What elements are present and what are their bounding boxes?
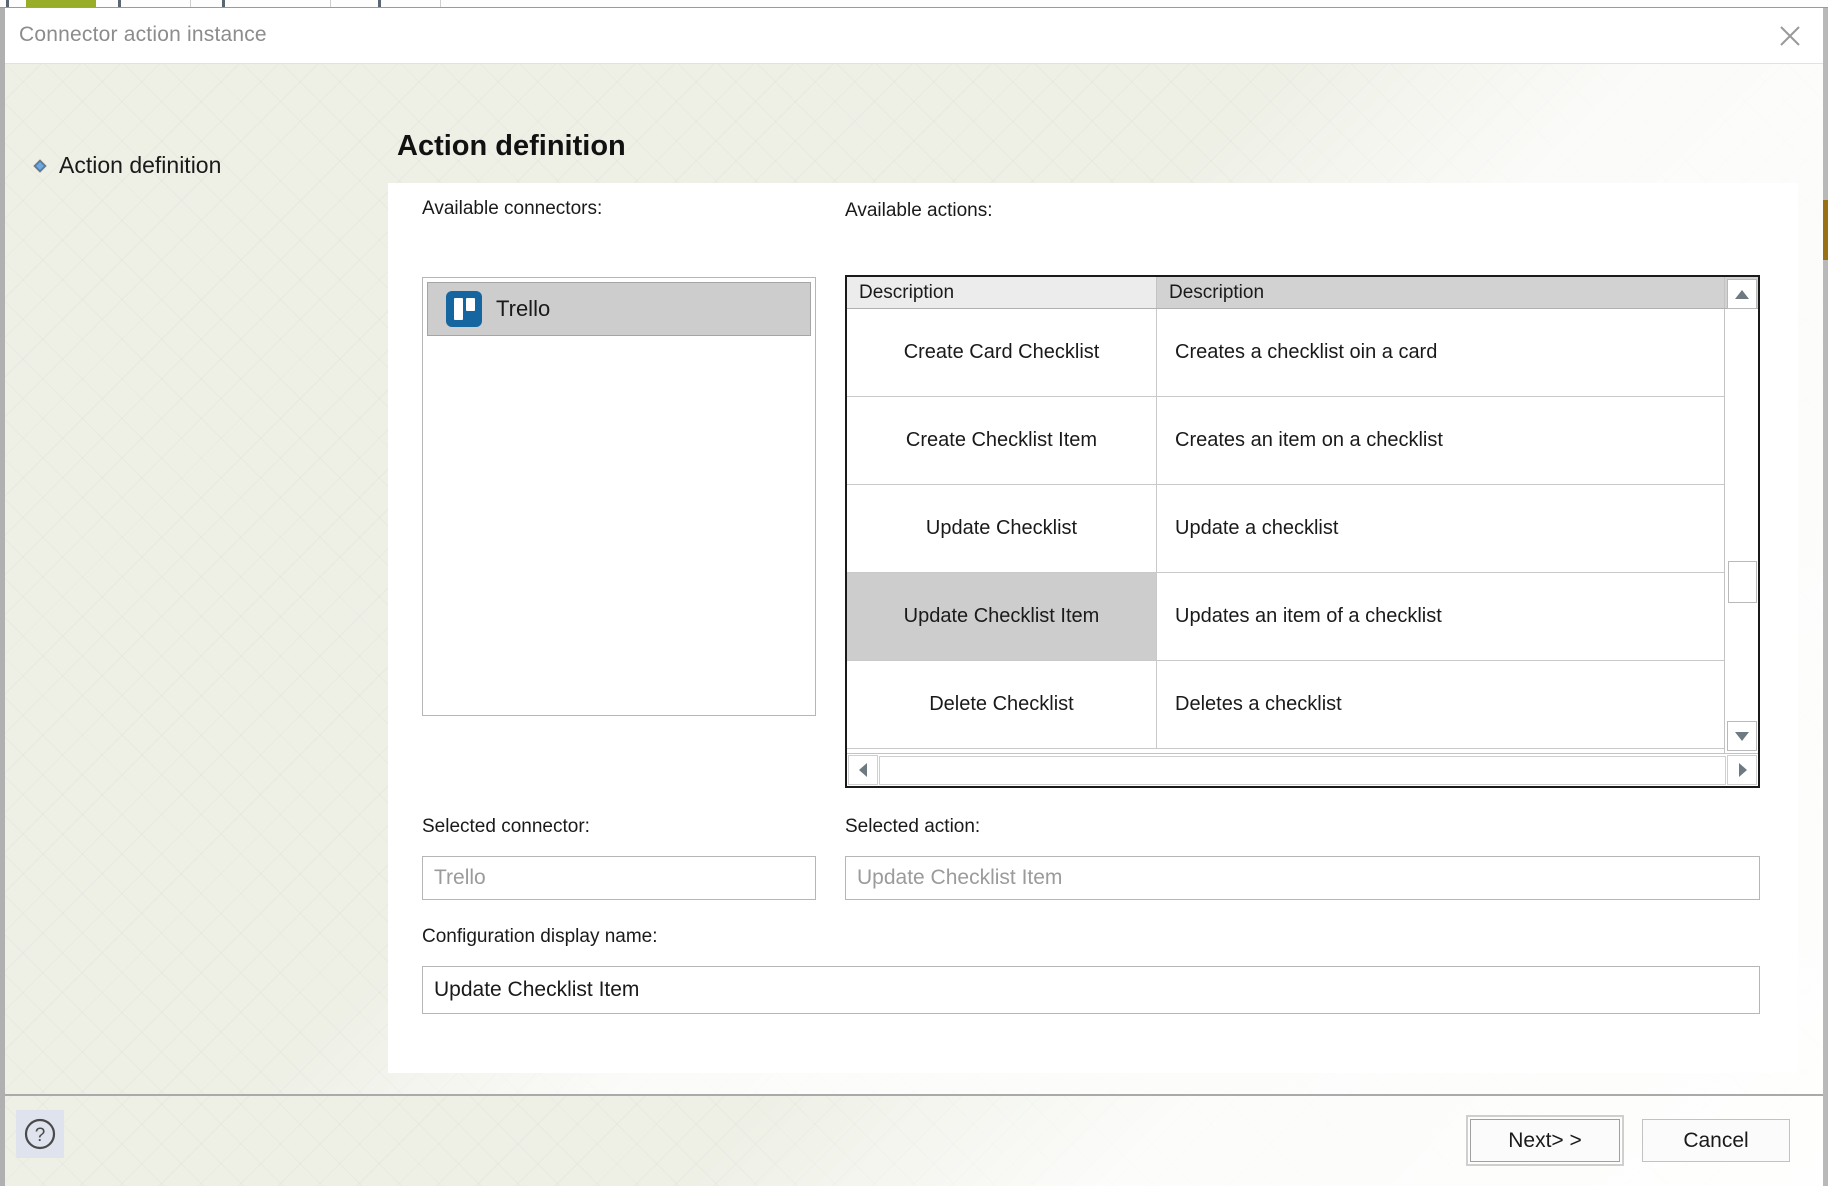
chevron-right-icon [1738, 763, 1747, 777]
configuration-display-name-input[interactable]: Update Checklist Item [422, 966, 1760, 1014]
action-name: Create Card Checklist [847, 309, 1157, 396]
help-circle-icon: ? [24, 1118, 56, 1150]
scroll-left-button[interactable] [848, 755, 878, 785]
background-window-strip [0, 0, 1828, 8]
sidebar-item-action-definition[interactable]: Action definition [33, 152, 221, 179]
action-description: Creates an item on a checklist [1175, 429, 1443, 451]
page-title: Action definition [397, 130, 626, 162]
column-header-description[interactable]: Description [1157, 277, 1724, 308]
action-name: Update Checklist [847, 485, 1157, 572]
scroll-up-button[interactable] [1727, 279, 1757, 309]
background-tick [6, 0, 9, 7]
background-separator [330, 0, 331, 7]
horizontal-scrollbar-thumb[interactable] [879, 755, 1726, 785]
screen: Connector action instance Action definit… [0, 0, 1828, 1186]
table-row[interactable]: Create Checklist Item Creates an item on… [847, 397, 1724, 485]
horizontal-scrollbar-track[interactable] [879, 755, 1726, 785]
svg-text:?: ? [35, 1125, 46, 1146]
available-connectors-label: Available connectors: [422, 198, 603, 219]
selected-action-field[interactable]: Update Checklist Item [845, 856, 1760, 900]
selected-connector-label: Selected connector: [422, 816, 590, 837]
background-tick [378, 0, 381, 7]
close-button[interactable] [1757, 8, 1823, 63]
connector-action-dialog: Connector action instance Action definit… [0, 8, 1823, 1186]
background-right-edge [1823, 8, 1828, 1186]
background-tick [222, 0, 225, 7]
action-description: Update a checklist [1175, 517, 1339, 539]
background-separator [190, 0, 191, 7]
available-actions-grid[interactable]: Description Description Create Card Chec… [845, 275, 1760, 788]
table-row[interactable]: Create Card Checklist Creates a checklis… [847, 309, 1724, 397]
available-actions-label: Available actions: [845, 200, 993, 221]
connector-item-label: Trello [496, 296, 551, 321]
connector-item-trello[interactable]: Trello [427, 282, 811, 336]
dialog-title: Connector action instance [19, 23, 267, 46]
action-description: Creates a checklist oin a card [1175, 341, 1438, 363]
table-row[interactable]: Update Checklist Update a checklist [847, 485, 1724, 573]
action-name: Update Checklist Item [847, 573, 1157, 660]
table-row[interactable]: Delete Checklist Deletes a checklist [847, 661, 1724, 749]
chevron-up-icon [1735, 289, 1749, 299]
sidebar-item-label: Action definition [59, 152, 222, 178]
action-name: Create Checklist Item [847, 397, 1157, 484]
cancel-button[interactable]: Cancel [1642, 1119, 1790, 1162]
action-name: Delete Checklist [847, 661, 1157, 748]
chevron-left-icon [858, 763, 867, 777]
background-tick [118, 0, 121, 7]
background-separator [440, 0, 441, 7]
close-icon [1780, 25, 1800, 46]
vertical-scrollbar[interactable] [1724, 279, 1758, 753]
scroll-down-button[interactable] [1727, 721, 1757, 751]
scroll-right-button[interactable] [1727, 755, 1757, 785]
selected-connector-field[interactable]: Trello [422, 856, 816, 900]
background-green-tab [26, 0, 96, 7]
action-description: Updates an item of a checklist [1175, 605, 1442, 627]
grid-rows: Create Card Checklist Creates a checklis… [847, 309, 1724, 753]
available-connectors-list[interactable]: Trello [422, 277, 816, 716]
dialog-titlebar: Connector action instance [5, 8, 1823, 64]
help-button[interactable]: ? [16, 1110, 64, 1158]
grid-body: Create Card Checklist Creates a checklis… [847, 279, 1758, 753]
selected-action-label: Selected action: [845, 816, 981, 837]
diamond-bullet-icon [33, 158, 47, 173]
grid-header-row: Description Description [847, 277, 1758, 309]
column-header-name[interactable]: Description [847, 277, 1157, 308]
trello-icon [446, 291, 482, 327]
table-row-selected[interactable]: Update Checklist Item Updates an item of… [847, 573, 1724, 661]
configuration-display-name-label: Configuration display name: [422, 926, 658, 947]
horizontal-scrollbar[interactable] [847, 753, 1758, 786]
next-button[interactable]: Next> > [1466, 1115, 1624, 1166]
dialog-footer: ? Next> > Cancel [5, 1094, 1823, 1186]
action-description: Deletes a checklist [1175, 693, 1342, 715]
vertical-scrollbar-thumb[interactable] [1728, 561, 1757, 603]
chevron-down-icon [1735, 731, 1749, 741]
